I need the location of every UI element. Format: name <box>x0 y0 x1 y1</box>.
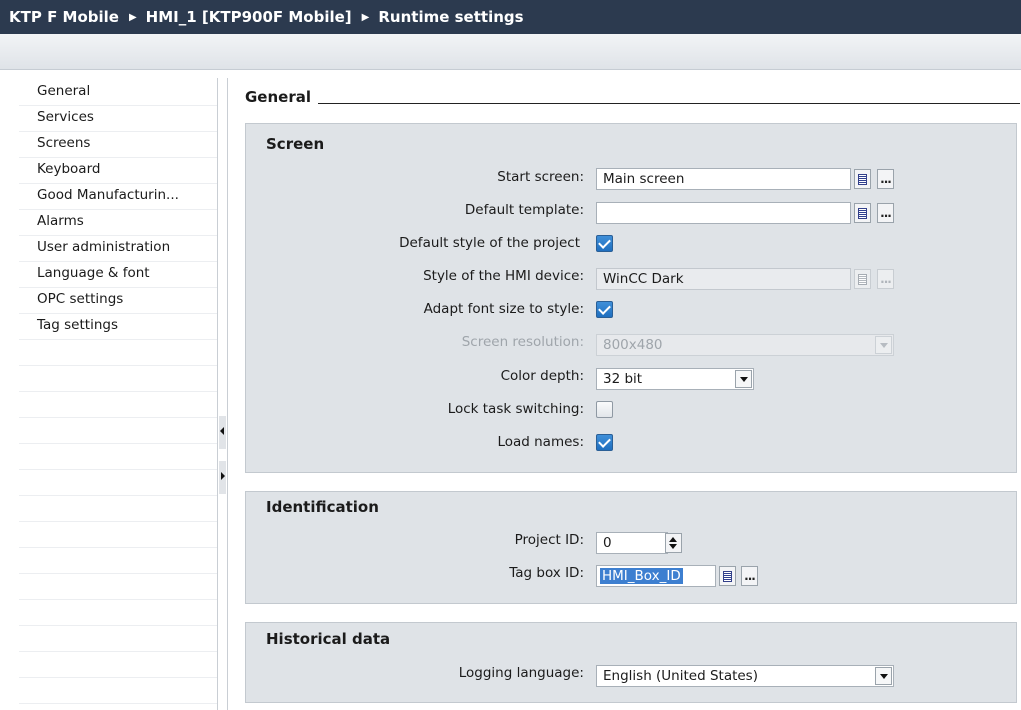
list-icon[interactable] <box>854 203 871 223</box>
start-screen-label: Start screen: <box>497 169 584 185</box>
sidebar-item-user-administration[interactable]: User administration <box>19 234 217 260</box>
sidebar: General Services Screens Keyboard Good M… <box>19 78 217 710</box>
ellipsis-icon: ... <box>877 269 894 289</box>
start-screen-field[interactable]: Main screen <box>596 168 851 190</box>
default-style-checkbox[interactable] <box>596 235 613 252</box>
breadcrumb-item-page: Runtime settings <box>378 8 524 26</box>
chevron-down-icon[interactable] <box>875 667 892 685</box>
color-depth-dropdown[interactable]: 32 bit <box>596 368 754 390</box>
sidebar-item-services[interactable]: Services <box>19 104 217 130</box>
panel-splitter[interactable] <box>217 78 228 710</box>
sidebar-item-screens[interactable]: Screens <box>19 130 217 156</box>
ellipsis-icon[interactable]: ... <box>741 566 758 586</box>
ellipsis-icon[interactable]: ... <box>877 203 894 223</box>
sidebar-item-opc-settings[interactable]: OPC settings <box>19 286 217 312</box>
default-style-label: Default style of the project <box>399 235 580 251</box>
default-template-field[interactable] <box>596 202 851 224</box>
adapt-font-checkbox[interactable] <box>596 301 613 318</box>
sidebar-item-tag-settings[interactable]: Tag settings <box>19 312 217 338</box>
project-id-field[interactable]: 0 <box>596 532 668 554</box>
project-id-label: Project ID: <box>514 532 584 548</box>
sidebar-item-keyboard[interactable]: Keyboard <box>19 156 217 182</box>
style-device-field[interactable]: WinCC Dark <box>596 268 851 290</box>
lock-task-checkbox[interactable] <box>596 401 613 418</box>
chevron-down-icon[interactable] <box>735 370 752 388</box>
title-divider <box>318 103 1020 104</box>
list-icon <box>854 269 871 289</box>
logging-language-label: Logging language: <box>458 665 584 681</box>
sidebar-item-alarms[interactable]: Alarms <box>19 208 217 234</box>
arrow-left-icon[interactable] <box>219 416 226 449</box>
load-names-checkbox[interactable] <box>596 434 613 451</box>
ellipsis-icon[interactable]: ... <box>877 169 894 189</box>
screen-section: Screen Start screen: Main screen ... Def… <box>245 123 1017 473</box>
screen-resolution-dropdown: 800x480 <box>596 334 894 356</box>
identification-section: Identification Project ID: 0 Tag box ID:… <box>245 491 1017 604</box>
list-icon[interactable] <box>854 169 871 189</box>
historical-data-section-title: Historical data <box>266 630 391 648</box>
style-device-label: Style of the HMI device: <box>423 268 584 284</box>
adapt-font-label: Adapt font size to style: <box>423 301 584 317</box>
logging-language-dropdown[interactable]: English (United States) <box>596 665 894 687</box>
chevron-down-icon <box>875 336 892 354</box>
page-title: General <box>245 88 311 106</box>
breadcrumb-arrow-icon: ▶ <box>128 11 137 23</box>
breadcrumb-arrow-icon: ▶ <box>361 11 370 23</box>
color-depth-label: Color depth: <box>500 368 584 384</box>
historical-data-section: Historical data Logging language: Englis… <box>245 622 1017 703</box>
tag-box-id-field[interactable]: HMI_Box_ID <box>596 565 716 587</box>
screen-resolution-label: Screen resolution: <box>461 334 584 350</box>
spin-arrows-icon[interactable] <box>665 533 682 553</box>
breadcrumb-item-device[interactable]: HMI_1 [KTP900F Mobile] <box>146 8 352 26</box>
arrow-right-icon[interactable] <box>219 461 226 494</box>
sidebar-item-language-font[interactable]: Language & font <box>19 260 217 286</box>
default-template-label: Default template: <box>464 202 584 218</box>
tag-box-id-value: HMI_Box_ID <box>600 568 683 584</box>
lock-task-label: Lock task switching: <box>447 401 584 417</box>
breadcrumb: KTP F Mobile ▶ HMI_1 [KTP900F Mobile] ▶ … <box>0 0 1021 34</box>
sidebar-item-general[interactable]: General <box>19 78 217 104</box>
screen-section-title: Screen <box>266 135 325 153</box>
identification-section-title: Identification <box>266 498 379 516</box>
toolbar <box>0 34 1021 70</box>
list-icon[interactable] <box>719 566 736 586</box>
breadcrumb-item-project[interactable]: KTP F Mobile <box>9 8 119 26</box>
tag-box-id-label: Tag box ID: <box>509 565 584 581</box>
load-names-label: Load names: <box>497 434 584 450</box>
sidebar-item-good-manufacturing[interactable]: Good Manufacturin... <box>19 182 217 208</box>
